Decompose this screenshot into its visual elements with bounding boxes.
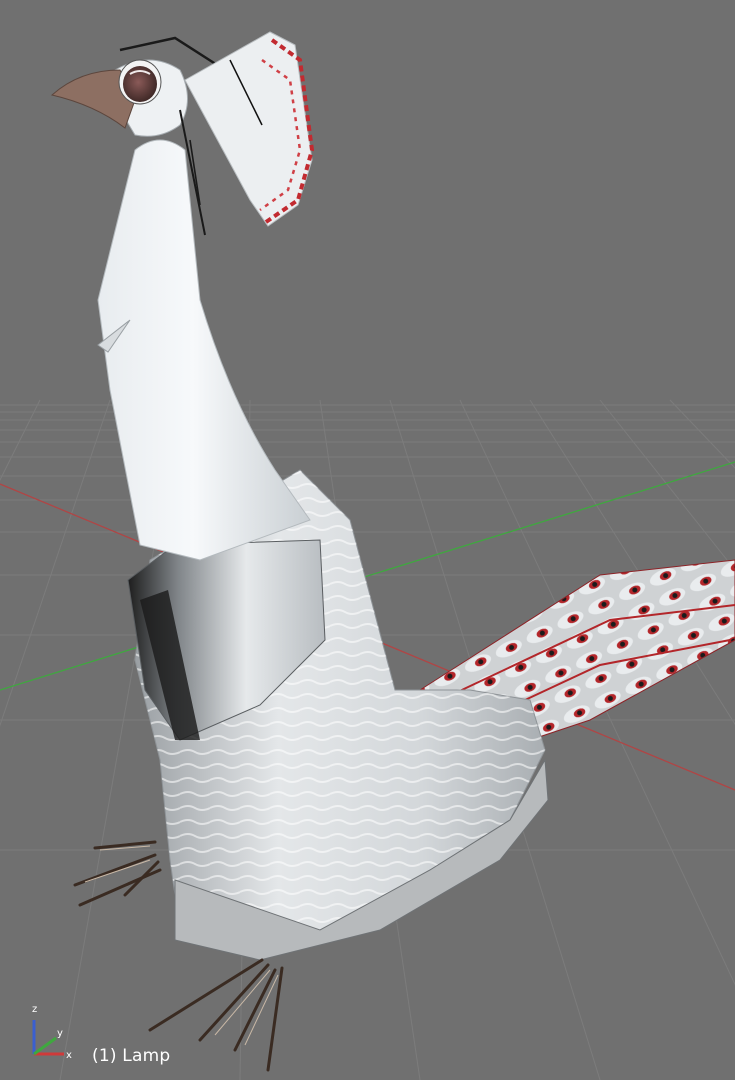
x-axis-label: x xyxy=(66,1050,72,1061)
z-axis-label: z xyxy=(32,1004,37,1015)
axis-orientation-gizmo: z y x xyxy=(32,1004,72,1061)
active-object-label: (1) Lamp xyxy=(92,1046,171,1066)
peacock-crest xyxy=(184,31,315,227)
scene-canvas[interactable] xyxy=(0,0,735,1080)
y-axis-label: y xyxy=(57,1028,63,1039)
y-axis-indicator xyxy=(33,1036,57,1056)
3d-viewport[interactable]: z y x (1) Lamp xyxy=(0,0,735,1080)
